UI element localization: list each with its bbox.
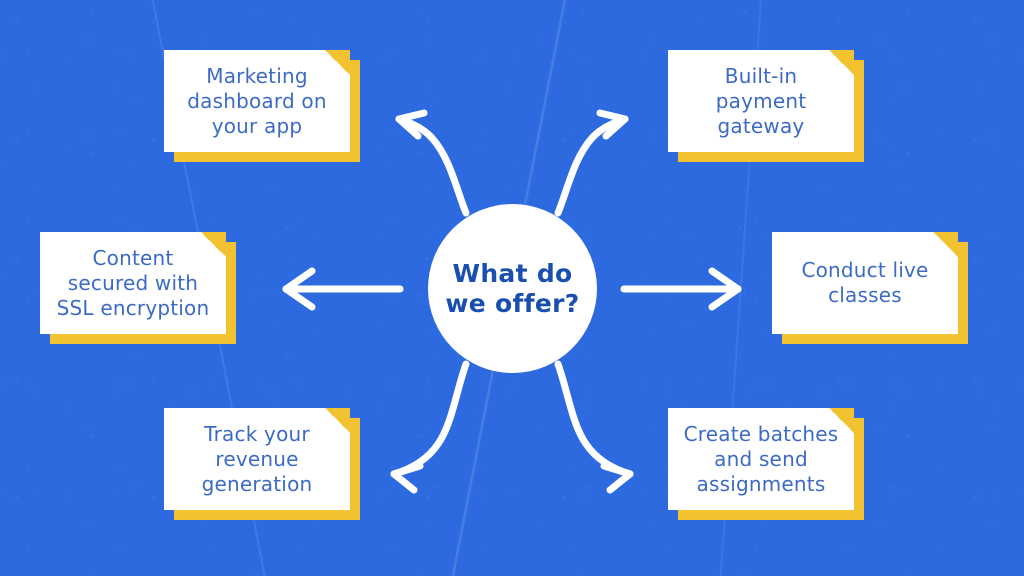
folded-corner-icon xyxy=(829,50,854,75)
note-payment-gateway[interactable]: Built-in payment gateway xyxy=(668,50,864,162)
center-hub[interactable]: What do we offer? xyxy=(428,204,597,373)
arrow-up-right-icon xyxy=(554,109,629,217)
note-label: Create batches and send assignments xyxy=(683,421,839,496)
note-marketing-dashboard[interactable]: Marketing dashboard on your app xyxy=(164,50,360,162)
note-live-classes[interactable]: Conduct live classes xyxy=(772,232,968,344)
mindmap-canvas: Marketing dashboard on your app Built-in… xyxy=(0,0,1024,576)
folded-corner-icon xyxy=(933,232,958,257)
note-ssl-encryption[interactable]: Content secured with SSL encryption xyxy=(40,232,236,344)
note-label: Marketing dashboard on your app xyxy=(187,63,327,138)
arrow-down-left-icon xyxy=(390,360,470,494)
arrow-up-left-icon xyxy=(395,109,470,217)
hub-label: What do we offer? xyxy=(445,258,580,318)
note-label: Conduct live classes xyxy=(801,258,929,307)
arrow-down-right-icon xyxy=(554,360,634,494)
arrow-left-icon xyxy=(282,267,404,311)
note-label: Track your revenue generation xyxy=(201,421,313,496)
folded-corner-icon xyxy=(325,408,350,433)
note-revenue-generation[interactable]: Track your revenue generation xyxy=(164,408,360,520)
arrow-right-icon xyxy=(620,267,742,311)
note-batches-assignments[interactable]: Create batches and send assignments xyxy=(668,408,864,520)
note-label: Built-in payment gateway xyxy=(715,63,807,138)
note-label: Content secured with SSL encryption xyxy=(56,245,210,320)
